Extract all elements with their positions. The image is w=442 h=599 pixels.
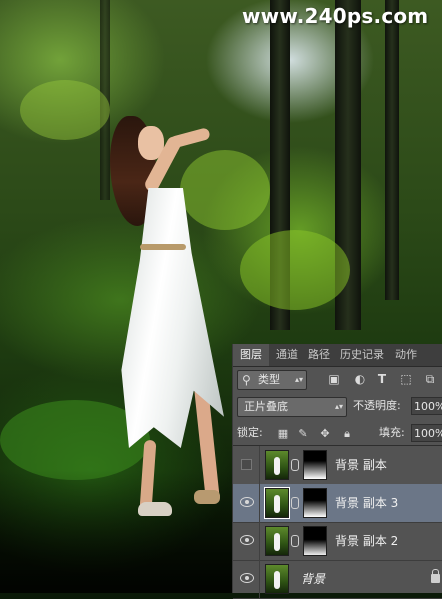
link-chain-icon[interactable]: [291, 497, 299, 509]
link-chain-icon[interactable]: [291, 535, 299, 547]
layer-name: 背景 副本: [335, 458, 387, 472]
arm: [169, 127, 211, 149]
opacity-field[interactable]: 100%: [411, 397, 442, 415]
tab-actions[interactable]: 动作: [389, 344, 423, 366]
shoe: [138, 502, 172, 516]
visibility-toggle[interactable]: [233, 522, 260, 560]
opacity-label: 不透明度:: [353, 399, 401, 412]
layer-mask-thumbnail[interactable]: [303, 526, 327, 556]
layer-name: 背景: [301, 572, 326, 586]
adjustment-filter-icon[interactable]: ◐: [353, 372, 367, 386]
layer-row[interactable]: 背景 副本 2: [233, 522, 442, 561]
shoe: [194, 490, 220, 504]
fill-field[interactable]: 100%: [411, 424, 442, 442]
lock-transparent-icon[interactable]: ▦: [277, 428, 289, 440]
eye-icon: [240, 535, 254, 545]
foliage: [240, 230, 350, 310]
type-filter-icon[interactable]: T: [375, 372, 389, 386]
foliage: [20, 80, 110, 140]
tree-trunk: [385, 0, 399, 300]
layers-panel: 图层 通道 路径 历史记录 动作 ⚲ 类型 ▴▾ ▣ ◐ T ⬚ ⧉ 正片叠底 …: [232, 344, 442, 599]
lock-label: 锁定:: [237, 426, 263, 439]
layer-row[interactable]: 背景: [233, 560, 442, 599]
layer-thumbnail: [265, 564, 289, 594]
hidden-visibility-box-icon: [241, 459, 252, 470]
tab-history[interactable]: 历史记录: [335, 344, 389, 366]
layers-list: 背景 副本 背景 副本 3 背景 副本 2 背景: [233, 445, 442, 599]
image-filter-icon[interactable]: ▣: [327, 372, 341, 386]
layer-name: 背景 副本 3: [335, 496, 399, 510]
chevron-updown-icon: ▴▾: [334, 402, 343, 411]
panel-tabs: 图层 通道 路径 历史记录 动作: [233, 344, 442, 367]
shape-filter-icon[interactable]: ⬚: [399, 372, 413, 386]
visibility-toggle[interactable]: [233, 446, 260, 484]
smart-object-filter-icon[interactable]: ⧉: [423, 372, 437, 386]
layer-thumbnail: [265, 526, 289, 556]
leg: [139, 439, 157, 511]
watermark-text: www.240ps.com: [242, 4, 429, 28]
lock-icon: [431, 569, 440, 583]
visibility-toggle[interactable]: [233, 484, 260, 522]
filter-label: 类型: [258, 373, 280, 386]
blend-mode-select[interactable]: 正片叠底 ▴▾: [237, 397, 347, 417]
blend-mode-value: 正片叠底: [244, 400, 288, 413]
filter-row: ⚲ 类型 ▴▾ ▣ ◐ T ⬚ ⧉: [233, 368, 442, 392]
tab-channels[interactable]: 通道: [271, 344, 303, 366]
layer-filter-select[interactable]: ⚲ 类型 ▴▾: [237, 370, 307, 390]
layer-name: 背景 副本 2: [335, 534, 399, 548]
layer-thumbnail: [264, 487, 290, 519]
lock-row: 锁定: ▦ ✎ ✥ 🔒︎ 填充: 100%: [233, 421, 442, 445]
eye-icon: [240, 497, 254, 507]
eye-icon: [240, 573, 254, 583]
layer-thumbnail: [265, 450, 289, 480]
blend-row: 正片叠底 ▴▾ 不透明度: 100%: [233, 394, 442, 418]
woman-figure: [100, 110, 240, 530]
lock-position-icon[interactable]: ✥: [319, 428, 331, 440]
layer-mask-thumbnail[interactable]: [303, 488, 327, 518]
layer-row[interactable]: 背景 副本: [233, 446, 442, 485]
visibility-toggle[interactable]: [233, 560, 260, 598]
belt: [140, 244, 186, 250]
tab-layers[interactable]: 图层: [233, 344, 269, 366]
layer-mask-thumbnail[interactable]: [303, 450, 327, 480]
search-icon: ⚲: [242, 373, 251, 387]
lock-all-icon[interactable]: 🔒︎: [341, 428, 353, 440]
fill-label: 填充:: [379, 426, 405, 439]
tab-paths[interactable]: 路径: [303, 344, 335, 366]
lock-image-icon[interactable]: ✎: [297, 428, 309, 440]
link-chain-icon[interactable]: [291, 459, 299, 471]
layer-row-selected[interactable]: 背景 副本 3: [233, 484, 442, 523]
chevron-updown-icon: ▴▾: [294, 375, 303, 384]
